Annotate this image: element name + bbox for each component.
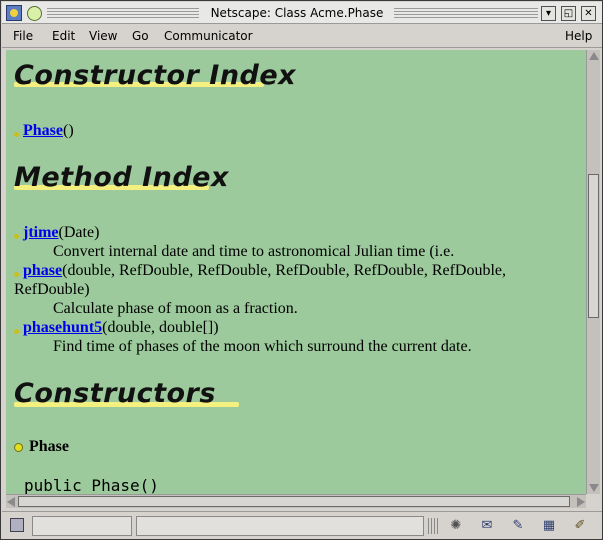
bullet-icon (14, 272, 19, 277)
app-menu-icon[interactable] (6, 5, 22, 21)
constructor-index-item: Phase() (23, 122, 74, 140)
bullet-icon (14, 234, 19, 239)
minimize-icon[interactable]: ▾ (541, 6, 556, 21)
phase-method-signature-cont: RefDouble) (14, 281, 90, 298)
bullet-icon (14, 132, 19, 137)
window-circle-button[interactable] (27, 6, 42, 21)
constructor-index-heading: Constructor Index (14, 60, 297, 91)
horizontal-scrollbar[interactable] (6, 494, 586, 508)
phase-constructor-code: public Phase() (24, 476, 159, 494)
mail-icon[interactable]: ✉ (477, 517, 497, 535)
vertical-scroll-thumb[interactable] (588, 174, 599, 318)
phasehunt5-description: Find time of phases of the moon which su… (53, 338, 472, 355)
phasehunt5-link[interactable]: phasehunt5 (23, 319, 102, 336)
phase-method-description: Calculate phase of moon as a fraction. (53, 300, 298, 317)
phase-constructor-link[interactable]: Phase (23, 122, 63, 139)
method-index-heading: Method Index (14, 162, 229, 193)
vertical-scrollbar[interactable] (586, 50, 600, 494)
security-lock-icon[interactable] (10, 518, 24, 532)
status-bar: ✺ ✉ ✎ ▦ ✐ (2, 511, 602, 539)
phase-constructor-detail-name: Phase (29, 438, 69, 455)
menu-file[interactable]: File (13, 29, 33, 43)
page-content: Constructor Index Phase() Method Index j… (6, 50, 586, 494)
menu-view[interactable]: View (89, 29, 117, 43)
phase-method-link[interactable]: phase (23, 262, 62, 279)
title-bar: Netscape: Class Acme.Phase ▾ ◱ ✕ (2, 2, 602, 24)
scroll-up-icon[interactable] (589, 52, 599, 60)
menu-bar: File Edit View Go Communicator Help (2, 25, 602, 48)
maximize-icon[interactable]: ◱ (561, 6, 576, 21)
constructors-heading: Constructors (14, 378, 216, 409)
composer-icon[interactable]: ▦ (539, 517, 559, 535)
phase-method-signature: (double, RefDouble, RefDouble, RefDouble… (62, 262, 507, 279)
jtime-link[interactable]: jtime (23, 224, 59, 241)
bullet-icon (14, 329, 19, 334)
menu-help[interactable]: Help (565, 29, 592, 43)
edit-icon[interactable]: ✐ (570, 517, 590, 535)
close-icon[interactable]: ✕ (581, 6, 596, 21)
phasehunt5-signature: (double, double[]) (102, 319, 219, 336)
scroll-left-icon[interactable] (7, 497, 15, 507)
status-message-field (136, 516, 424, 536)
horizontal-scroll-thumb[interactable] (18, 496, 570, 507)
jtime-signature: (Date) (58, 224, 100, 241)
menu-go[interactable]: Go (132, 29, 149, 43)
bullet-ball-icon (14, 443, 23, 452)
scroll-right-icon[interactable] (577, 497, 585, 507)
title-grip-right (394, 8, 538, 18)
progress-field (32, 516, 132, 536)
window-title: Netscape: Class Acme.Phase (210, 6, 384, 20)
method-index-item: phasehunt5(double, double[]) (23, 319, 219, 337)
menu-communicator[interactable]: Communicator (164, 29, 253, 43)
discussion-icon[interactable]: ✎ (508, 517, 528, 535)
method-index-item: phase(double, RefDouble, RefDouble, RefD… (23, 262, 506, 280)
navigator-icon[interactable]: ✺ (446, 517, 466, 535)
method-index-item: jtime(Date) (23, 224, 99, 242)
component-bar-grip[interactable] (428, 518, 438, 534)
title-grip-left (47, 8, 199, 18)
scroll-down-icon[interactable] (589, 484, 599, 492)
menu-edit[interactable]: Edit (52, 29, 75, 43)
browser-window: Netscape: Class Acme.Phase ▾ ◱ ✕ File Ed… (0, 0, 603, 540)
jtime-description: Convert internal date and time to astron… (53, 243, 455, 260)
phase-constructor-signature: () (63, 122, 74, 139)
